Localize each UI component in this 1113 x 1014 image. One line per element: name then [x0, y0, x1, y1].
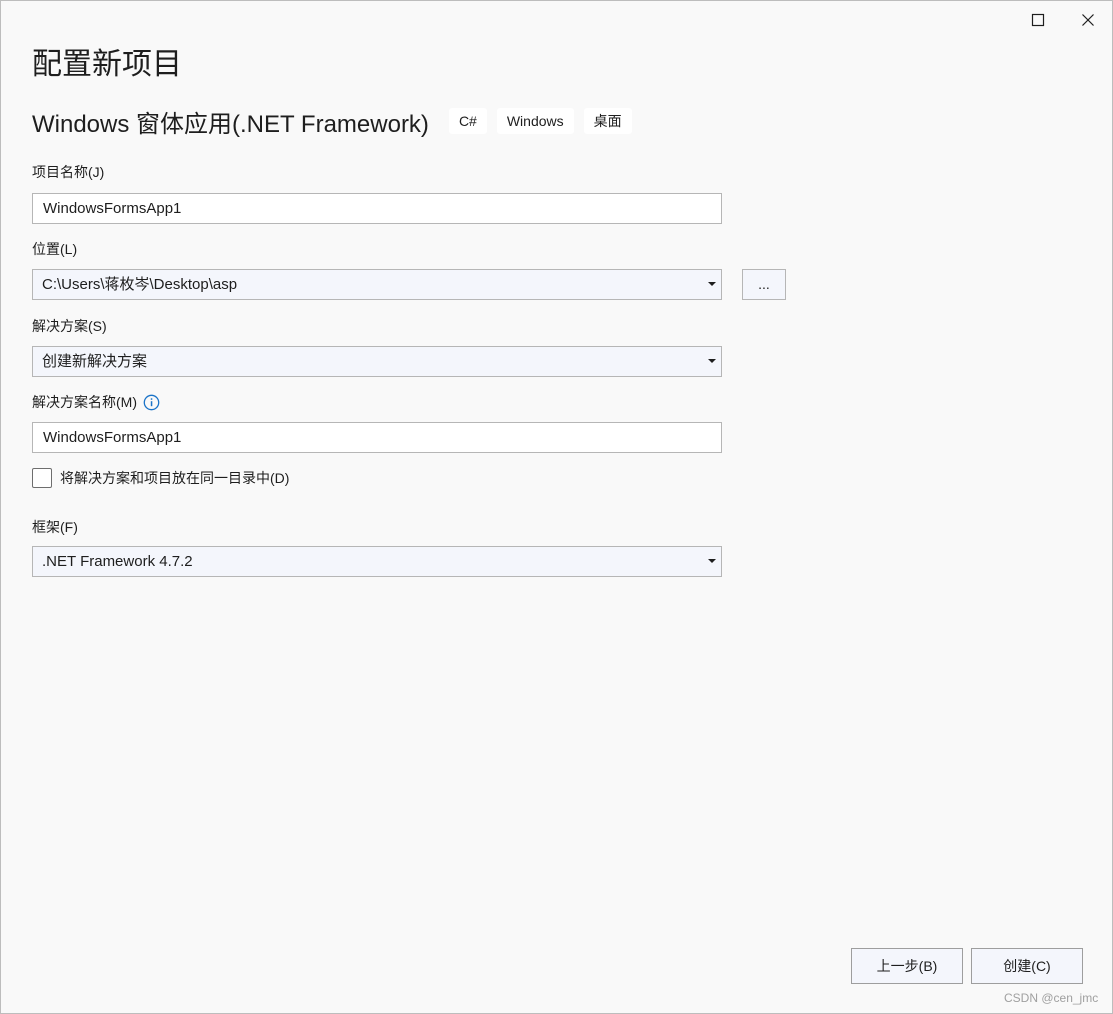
project-name-value: WindowsFormsApp1	[43, 200, 182, 217]
create-button[interactable]: 创建(C)	[971, 948, 1083, 984]
project-name-label: 项目名称(J)	[32, 164, 105, 180]
framework-label: 框架(F)	[32, 519, 78, 535]
same-directory-option[interactable]: 将解决方案和项目放在同一目录中(D)	[32, 467, 289, 489]
solution-dropdown[interactable]: 创建新解决方案	[32, 346, 722, 377]
info-icon[interactable]	[143, 394, 160, 411]
framework-value: .NET Framework 4.7.2	[42, 553, 193, 570]
same-directory-checkbox[interactable]	[32, 468, 52, 488]
maximize-icon	[1031, 13, 1045, 27]
solution-name-label-row: 解决方案名称(M)	[32, 392, 160, 412]
tag-project-type: 桌面	[583, 108, 632, 134]
close-button[interactable]	[1065, 5, 1111, 35]
back-button[interactable]: 上一步(B)	[851, 948, 963, 984]
close-icon	[1082, 14, 1094, 26]
chevron-down-icon[interactable]	[708, 559, 716, 563]
project-name-input[interactable]: WindowsFormsApp1	[32, 193, 722, 224]
configure-project-dialog: 配置新项目 Windows 窗体应用(.NET Framework) C# Wi…	[0, 0, 1113, 1014]
browse-button[interactable]: ...	[742, 269, 786, 300]
maximize-button[interactable]	[1015, 5, 1061, 35]
tag-language: C#	[448, 108, 487, 134]
chevron-down-icon[interactable]	[708, 359, 716, 363]
chevron-down-icon[interactable]	[708, 282, 716, 286]
location-label: 位置(L)	[32, 241, 78, 257]
tag-platform: Windows	[496, 108, 574, 134]
solution-name-label: 解决方案名称(M)	[32, 394, 137, 410]
solution-name-value: WindowsFormsApp1	[43, 429, 182, 446]
location-combobox[interactable]: C:\Users\蒋枚岑\Desktop\asp	[32, 269, 722, 300]
template-tags: C# Windows 桌面	[448, 108, 642, 134]
template-header: Windows 窗体应用(.NET Framework) C# Windows …	[32, 104, 642, 138]
template-name: Windows 窗体应用(.NET Framework)	[32, 110, 429, 138]
solution-name-input[interactable]: WindowsFormsApp1	[32, 422, 722, 453]
solution-value: 创建新解决方案	[42, 353, 148, 370]
watermark: CSDN @cen_jmc	[1004, 991, 1099, 1005]
solution-label: 解决方案(S)	[32, 318, 107, 334]
page-title: 配置新项目	[32, 48, 182, 81]
location-value: C:\Users\蒋枚岑\Desktop\asp	[42, 276, 238, 293]
same-directory-label[interactable]: 将解决方案和项目放在同一目录中(D)	[60, 468, 289, 488]
framework-dropdown[interactable]: .NET Framework 4.7.2	[32, 546, 722, 577]
